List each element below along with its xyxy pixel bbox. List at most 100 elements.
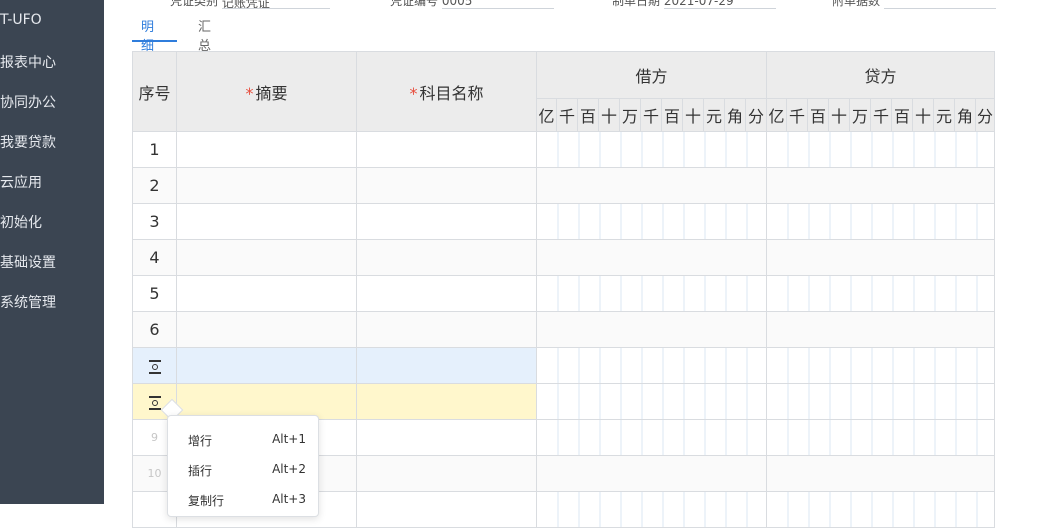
seq-header: 序号 xyxy=(132,51,177,132)
credit-amount-cell[interactable] xyxy=(766,131,995,168)
debit-unit: 万 xyxy=(619,98,641,132)
account-header: * 科目名称 xyxy=(356,51,537,132)
credit-amount-cell[interactable] xyxy=(766,167,995,204)
voucher-number-field[interactable]: 凭证编号 0005 xyxy=(390,0,554,9)
menu-item-add-row[interactable]: 增行 Alt+1 xyxy=(188,432,306,449)
tab-detail[interactable]: 明细 xyxy=(141,16,154,54)
menu-item-shortcut: Alt+1 xyxy=(272,432,306,446)
active-tab-indicator xyxy=(132,40,177,42)
debit-amount-cell[interactable] xyxy=(536,167,767,204)
menu-item-label: 插行 xyxy=(188,464,213,478)
row-seq: 1 xyxy=(132,131,177,168)
sidebar-item-basic-settings[interactable]: 基础设置 xyxy=(0,252,56,272)
account-cell[interactable] xyxy=(356,239,537,276)
table-row[interactable]: 3 xyxy=(132,203,995,240)
account-cell[interactable] xyxy=(356,203,537,240)
debit-unit: 千 xyxy=(640,98,662,132)
credit-unit: 千 xyxy=(870,98,892,132)
credit-unit: 万 xyxy=(849,98,871,132)
table-row[interactable]: 1 xyxy=(132,131,995,168)
table-row[interactable]: 5 xyxy=(132,275,995,312)
voucher-number-label: 凭证编号 xyxy=(390,0,439,8)
attachments-field[interactable]: 附单据数 xyxy=(832,0,996,9)
summary-cell[interactable] xyxy=(176,275,357,312)
account-cell[interactable] xyxy=(356,275,537,312)
attachments-label: 附单据数 xyxy=(832,0,881,8)
summary-cell[interactable] xyxy=(176,203,357,240)
debit-unit: 角 xyxy=(724,98,746,132)
account-cell[interactable] xyxy=(356,419,537,456)
debit-amount-cell[interactable] xyxy=(536,383,767,420)
voucher-date-label: 制单日期 xyxy=(612,0,661,8)
row-insert-icon[interactable] xyxy=(148,395,162,410)
row-insert-icon[interactable] xyxy=(148,359,162,374)
debit-amount-cell[interactable] xyxy=(536,455,767,492)
sidebar-item-initialize[interactable]: 初始化 xyxy=(0,212,42,232)
credit-amount-cell[interactable] xyxy=(766,455,995,492)
summary-cell[interactable] xyxy=(176,347,357,384)
debit-amount-cell[interactable] xyxy=(536,347,767,384)
voucher-type-value: 记账凭证 xyxy=(221,0,330,10)
table-row[interactable]: 2 xyxy=(132,167,995,204)
summary-cell[interactable] xyxy=(176,131,357,168)
row-seq: 6 xyxy=(132,311,177,348)
account-cell[interactable] xyxy=(356,347,537,384)
row-seq[interactable] xyxy=(132,347,177,384)
sidebar-item-report-center[interactable]: 报表中心 xyxy=(0,52,56,72)
menu-item-copy-row[interactable]: 复制行 Alt+3 xyxy=(188,492,306,509)
sidebar-item-loan[interactable]: 我要贷款 xyxy=(0,132,56,152)
debit-unit: 百 xyxy=(577,98,599,132)
table-row-selected[interactable] xyxy=(132,347,995,384)
voucher-date-field[interactable]: 制单日期 2021-07-29 xyxy=(612,0,776,9)
sidebar-item-t-ufo[interactable]: T-UFO xyxy=(0,12,42,28)
summary-header: * 摘要 xyxy=(176,51,357,132)
sidebar: T-UFO 报表中心 协同办公 我要贷款 云应用 初始化 基础设置 系统管理 xyxy=(0,0,104,504)
summary-cell[interactable] xyxy=(176,311,357,348)
account-cell[interactable] xyxy=(356,167,537,204)
account-cell[interactable] xyxy=(356,455,537,492)
debit-unit: 十 xyxy=(682,98,704,132)
credit-amount-cell[interactable] xyxy=(766,419,995,456)
credit-amount-cell[interactable] xyxy=(766,275,995,312)
sidebar-item-system-admin[interactable]: 系统管理 xyxy=(0,292,56,312)
account-cell[interactable] xyxy=(356,131,537,168)
account-cell[interactable] xyxy=(356,311,537,348)
menu-item-insert-row[interactable]: 插行 Alt+2 xyxy=(188,462,306,479)
credit-amount-cell[interactable] xyxy=(766,239,995,276)
voucher-date-value: 2021-07-29 xyxy=(663,0,776,9)
debit-amount-cell[interactable] xyxy=(536,419,767,456)
credit-unit: 千 xyxy=(786,98,808,132)
debit-amount-cell[interactable] xyxy=(536,311,767,348)
debit-amount-cell[interactable] xyxy=(536,239,767,276)
debit-unit: 分 xyxy=(745,98,767,132)
credit-unit: 百 xyxy=(807,98,829,132)
debit-amount-cell[interactable] xyxy=(536,275,767,312)
account-cell[interactable] xyxy=(356,383,537,420)
debit-unit: 千 xyxy=(556,98,578,132)
sidebar-item-collaboration[interactable]: 协同办公 xyxy=(0,92,56,112)
credit-amount-cell[interactable] xyxy=(766,383,995,420)
credit-amount-cell[interactable] xyxy=(766,311,995,348)
credit-amount-cell[interactable] xyxy=(766,203,995,240)
debit-amount-cell[interactable] xyxy=(536,131,767,168)
menu-item-shortcut: Alt+2 xyxy=(272,462,306,476)
summary-cell[interactable] xyxy=(176,239,357,276)
sidebar-item-cloud-apps[interactable]: 云应用 xyxy=(0,172,42,192)
credit-unit: 元 xyxy=(933,98,955,132)
credit-amount-cell[interactable] xyxy=(766,491,995,528)
debit-unit: 元 xyxy=(703,98,725,132)
table-row[interactable]: 6 xyxy=(132,311,995,348)
credit-unit: 亿 xyxy=(766,98,787,132)
voucher-type-field[interactable]: 凭证类别 记账凭证 xyxy=(170,0,330,10)
debit-amount-cell[interactable] xyxy=(536,203,767,240)
menu-item-label: 增行 xyxy=(188,434,213,448)
row-seq: 4 xyxy=(132,239,177,276)
table-row[interactable]: 4 xyxy=(132,239,995,276)
voucher-type-label: 凭证类别 xyxy=(170,0,219,8)
tab-summary[interactable]: 汇总 xyxy=(198,16,211,54)
account-cell[interactable] xyxy=(356,491,537,528)
credit-unit: 分 xyxy=(975,98,995,132)
credit-amount-cell[interactable] xyxy=(766,347,995,384)
summary-cell[interactable] xyxy=(176,167,357,204)
debit-amount-cell[interactable] xyxy=(536,491,767,528)
